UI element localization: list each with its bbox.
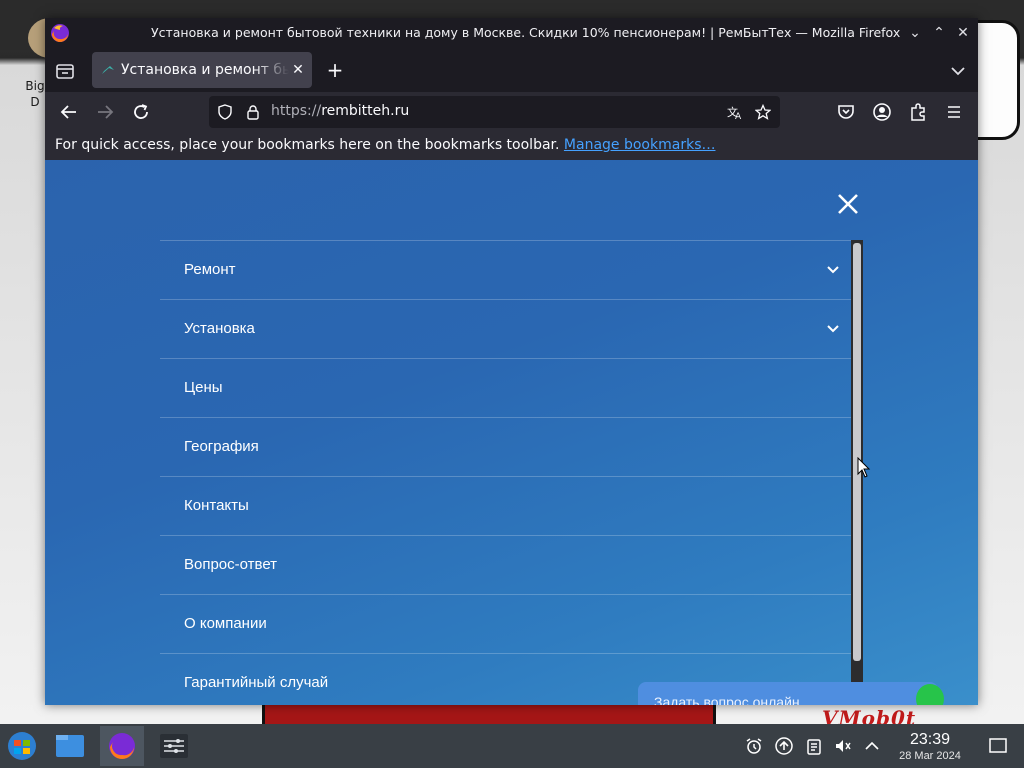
bookmark-star-icon[interactable]	[755, 104, 771, 120]
scrollbar-thumb[interactable]	[853, 243, 861, 661]
tab-active[interactable]: Установка и ремонт бытовой техники ✕	[92, 52, 312, 88]
menu-item-prices[interactable]: Цены	[160, 358, 851, 417]
taskbar-clock[interactable]: 23:39 28 Mar 2024	[884, 731, 976, 763]
manage-bookmarks-link[interactable]: Manage bookmarks…	[564, 137, 716, 153]
list-all-tabs-icon[interactable]	[947, 60, 969, 82]
firefox-window: Установка и ремонт бытовой техники на до…	[45, 18, 978, 705]
tracking-shield-icon[interactable]	[217, 104, 233, 120]
close-window-button[interactable]: ✕	[953, 23, 973, 43]
chat-status-indicator	[916, 684, 944, 705]
pocket-icon[interactable]	[834, 100, 858, 124]
window-title: Установка и ремонт бытовой техники на до…	[151, 25, 901, 40]
window-titlebar[interactable]: Установка и ремонт бытовой техники на до…	[45, 18, 978, 48]
menu-item-label: О компании	[184, 615, 267, 632]
page-content: Ремонт Установка Цены География Контакты…	[45, 160, 978, 705]
menu-item-label: Установка	[184, 320, 255, 337]
online-chat-button[interactable]: Задать вопрос онлайн	[638, 682, 944, 705]
address-bar[interactable]: https://rembitteh.ru 文 A	[209, 96, 780, 128]
account-icon[interactable]	[870, 100, 894, 124]
clock-date: 28 Mar 2024	[899, 750, 961, 762]
navigation-toolbar: https://rembitteh.ru 文 A	[45, 92, 978, 132]
minimize-button[interactable]: ⌄	[905, 23, 925, 43]
volume-muted-icon[interactable]	[833, 736, 853, 756]
clipboard-icon[interactable]	[804, 736, 824, 756]
wallpaper-red-block	[262, 704, 716, 724]
bookmarks-toolbar: For quick access, place your bookmarks h…	[45, 132, 978, 160]
tab-close-button[interactable]: ✕	[288, 60, 308, 80]
file-manager-icon[interactable]	[48, 726, 92, 766]
back-arrow-icon[interactable]	[57, 100, 81, 124]
show-desktop-icon[interactable]	[988, 736, 1008, 756]
tab-list-icon[interactable]	[53, 59, 77, 83]
new-tab-button[interactable]: +	[323, 59, 347, 83]
chevron-down-icon[interactable]	[826, 322, 840, 336]
update-icon[interactable]	[774, 736, 794, 756]
taskbar-firefox[interactable]	[100, 726, 144, 766]
menu-item-label: Гарантийный случай	[184, 674, 329, 691]
start-menu-icon[interactable]	[0, 726, 44, 766]
extensions-icon[interactable]	[906, 100, 930, 124]
menu-item-faq[interactable]: Вопрос-ответ	[160, 535, 851, 594]
menu-item-label: Вопрос-ответ	[184, 556, 278, 573]
clock-time: 23:39	[909, 731, 951, 748]
url-host: rembitteh.ru	[321, 103, 410, 119]
url-protocol: https://	[271, 103, 322, 119]
forward-arrow-icon[interactable]	[93, 100, 117, 124]
close-menu-icon[interactable]	[834, 190, 862, 218]
bookmarks-hint-text: For quick access, place your bookmarks h…	[55, 137, 560, 153]
chat-button-label: Задать вопрос онлайн	[654, 694, 800, 705]
svg-text:A: A	[735, 112, 742, 120]
menu-item-repair[interactable]: Ремонт	[160, 240, 851, 299]
lock-icon[interactable]	[245, 104, 261, 120]
maximize-button[interactable]: ⌃	[929, 23, 949, 43]
menu-item-installation[interactable]: Установка	[160, 299, 851, 358]
chevron-down-icon[interactable]	[826, 263, 840, 277]
menu-hamburger-icon[interactable]	[942, 100, 966, 124]
firefox-icon	[109, 733, 135, 759]
reload-icon[interactable]	[129, 100, 153, 124]
menu-item-label: Цены	[184, 379, 223, 396]
menu-item-label: География	[184, 438, 259, 455]
mobile-nav-menu: Ремонт Установка Цены География Контакты…	[160, 240, 851, 705]
translate-icon[interactable]: 文 A	[727, 104, 743, 120]
tab-bar: Установка и ремонт бытовой техники ✕ +	[45, 48, 978, 92]
settings-sliders-icon[interactable]	[152, 726, 196, 766]
taskbar: 23:39 28 Mar 2024	[0, 724, 1024, 768]
menu-item-about[interactable]: О компании	[160, 594, 851, 653]
menu-item-contacts[interactable]: Контакты	[160, 476, 851, 535]
alarm-icon[interactable]	[744, 736, 764, 756]
site-favicon-icon	[102, 66, 114, 74]
url-text[interactable]: https://rembitteh.ru	[271, 103, 409, 119]
menu-item-label: Контакты	[184, 497, 249, 514]
wallpaper-logo-text: VMob0t	[822, 706, 917, 724]
chevron-up-icon[interactable]	[862, 736, 882, 756]
mouse-cursor-icon	[857, 457, 871, 478]
menu-item-geography[interactable]: География	[160, 417, 851, 476]
menu-item-label: Ремонт	[184, 261, 236, 278]
tab-title: Установка и ремонт бытовой техники	[121, 62, 289, 78]
firefox-icon	[51, 24, 69, 42]
